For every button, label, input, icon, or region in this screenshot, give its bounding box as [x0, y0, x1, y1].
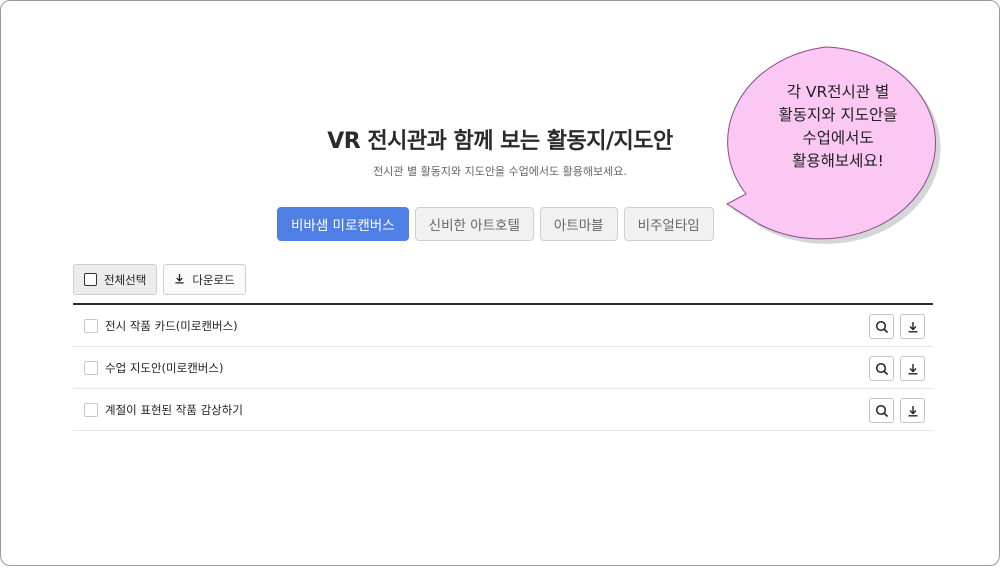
preview-button[interactable]	[869, 398, 894, 423]
list-item: 계절이 표현된 작품 감상하기	[73, 389, 933, 431]
preview-button[interactable]	[869, 356, 894, 381]
material-list: 전시 작품 카드(미로캔버스) 수업 지도안(미로캔버스) 계절이 표현된 작품…	[73, 303, 933, 431]
list-toolbar: 전체선택 다운로드	[73, 264, 246, 295]
item-checkbox[interactable]	[84, 402, 98, 417]
download-icon	[908, 363, 917, 374]
search-icon	[875, 320, 888, 333]
item-label: 전시 작품 카드(미로캔버스)	[105, 318, 238, 333]
preview-button[interactable]	[869, 314, 894, 339]
callout-line: 각 VR전시관 별	[786, 83, 890, 101]
item-checkbox[interactable]	[84, 360, 98, 375]
item-checkbox[interactable]	[84, 318, 98, 333]
select-all-label: 전체선택	[104, 272, 147, 287]
download-button[interactable]: 다운로드	[163, 264, 246, 295]
tab-art-marble[interactable]: 아트마블	[539, 207, 618, 241]
item-actions	[869, 356, 925, 381]
callout-line: 수업에서도	[802, 129, 874, 147]
callout-line: 활용해보세요!	[792, 152, 884, 170]
search-icon	[875, 362, 888, 375]
list-item: 수업 지도안(미로캔버스)	[73, 347, 933, 389]
download-icon	[908, 405, 917, 416]
item-label: 계절이 표현된 작품 감상하기	[105, 402, 243, 417]
download-icon	[908, 321, 917, 332]
page-frame: VR 전시관과 함께 보는 활동지/지도안 전시관 별 활동지와 지도안을 수업…	[0, 0, 1000, 566]
item-actions	[869, 398, 925, 423]
item-actions	[869, 314, 925, 339]
search-icon	[875, 404, 888, 417]
item-download-button[interactable]	[900, 356, 925, 381]
tab-vivasam-mirocanvas[interactable]: 비바샘 미로캔버스	[277, 207, 409, 241]
item-download-button[interactable]	[900, 314, 925, 339]
tab-art-hotel[interactable]: 신비한 아트호텔	[414, 207, 534, 241]
callout-text: 각 VR전시관 별 활동지와 지도안을 수업에서도 활용해보세요!	[719, 81, 957, 173]
exhibition-tabs: 비바샘 미로캔버스 신비한 아트호텔 아트마블 비주얼타임	[277, 207, 714, 241]
select-all-checkbox[interactable]	[84, 273, 97, 286]
item-label: 수업 지도안(미로캔버스)	[105, 360, 224, 375]
item-download-button[interactable]	[900, 398, 925, 423]
list-item: 전시 작품 카드(미로캔버스)	[73, 305, 933, 347]
download-icon	[174, 273, 185, 287]
download-label: 다운로드	[192, 272, 235, 287]
callout-line: 활동지와 지도안을	[778, 106, 898, 124]
select-all-button[interactable]: 전체선택	[73, 264, 158, 295]
